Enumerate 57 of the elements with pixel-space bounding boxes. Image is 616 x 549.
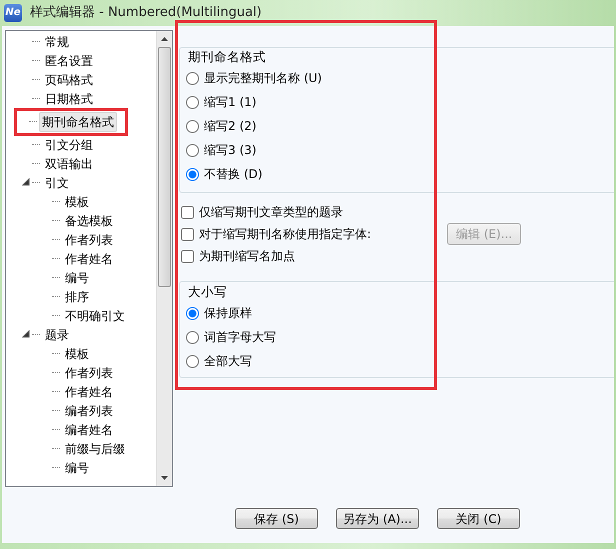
tree-item[interactable]: 作者姓名 xyxy=(62,248,116,268)
tree-item[interactable]: 备选模板 xyxy=(62,210,116,230)
option-label: 缩写1 (1) xyxy=(204,94,256,111)
tree-item[interactable]: 引文分组 xyxy=(42,134,96,154)
tree-item[interactable]: 日期格式 xyxy=(42,88,96,108)
scroll-up-icon[interactable] xyxy=(161,37,168,41)
tree-item[interactable]: 编者姓名 xyxy=(62,420,116,440)
tree-item[interactable]: 前缀与后缀 xyxy=(62,438,128,458)
tree-item[interactable]: 编者列表 xyxy=(62,400,116,420)
option-label: 全部大写 xyxy=(204,353,252,370)
scrollbar-thumb[interactable] xyxy=(158,47,171,287)
tree-item[interactable]: 题录 xyxy=(42,324,72,344)
tree-item[interactable]: 匿名设置 xyxy=(42,50,96,70)
collapse-arrow-icon[interactable] xyxy=(22,330,30,338)
radio-button[interactable] xyxy=(186,330,199,344)
window-title: 样式编辑器 - Numbered(Multilingual) xyxy=(30,4,262,22)
tree-item[interactable]: 编号 xyxy=(62,458,92,478)
collapse-arrow-icon[interactable] xyxy=(22,178,30,186)
app-logo-icon: Ne xyxy=(4,4,22,22)
tree-item[interactable]: 引文 xyxy=(42,172,72,192)
option-label: 不替换 (D) xyxy=(204,166,262,183)
tree-item[interactable]: 编号 xyxy=(62,268,92,288)
tree-item[interactable]: 作者列表 xyxy=(62,230,116,250)
tree-item[interactable]: 期刊命名格式 xyxy=(39,112,117,132)
checkbox[interactable] xyxy=(181,250,194,262)
group-title: 大小写 xyxy=(186,284,229,300)
checkbox[interactable] xyxy=(181,206,194,218)
tree-item[interactable]: 作者姓名 xyxy=(62,382,116,402)
tree-item[interactable]: 作者列表 xyxy=(62,362,116,382)
checkbox[interactable] xyxy=(181,228,194,240)
radio-button[interactable] xyxy=(186,120,199,132)
checkbox-label: 为期刊缩写名加点 xyxy=(199,248,295,265)
dialog-button[interactable]: 保存 (S) xyxy=(235,508,318,529)
tree-item[interactable]: 页码格式 xyxy=(42,70,96,90)
option-label: 缩写3 (3) xyxy=(204,142,256,159)
option-label: 缩写2 (2) xyxy=(204,118,256,135)
tree-item[interactable]: 常规 xyxy=(42,32,72,52)
dialog-button[interactable]: 关闭 (C) xyxy=(437,508,520,529)
group-title: 期刊命名格式 xyxy=(186,49,268,65)
dialog-button[interactable]: 另存为 (A)... xyxy=(336,508,419,529)
radio-button[interactable] xyxy=(186,72,199,84)
tree-item[interactable]: 双语输出 xyxy=(42,154,96,174)
scroll-down-icon[interactable] xyxy=(161,476,168,480)
checkbox-label: 对于缩写期刊名称使用指定字体: xyxy=(199,226,372,243)
radio-button[interactable] xyxy=(186,96,199,108)
tree-item[interactable]: 排序 xyxy=(62,286,92,306)
option-label: 词首字母大写 xyxy=(204,329,276,346)
radio-button[interactable] xyxy=(186,306,199,320)
radio-button[interactable] xyxy=(186,144,199,156)
tree-item[interactable]: 模板 xyxy=(62,344,92,364)
tree-item[interactable]: 模板 xyxy=(62,192,92,212)
radio-button[interactable] xyxy=(186,168,199,180)
checkbox-label: 仅缩写期刊文章类型的题录 xyxy=(199,204,343,221)
option-label: 显示完整期刊名称 (U) xyxy=(204,70,322,87)
option-label: 保持原样 xyxy=(204,305,252,322)
radio-button[interactable] xyxy=(186,354,199,368)
tree-item[interactable]: 不明确引文 xyxy=(62,306,128,326)
